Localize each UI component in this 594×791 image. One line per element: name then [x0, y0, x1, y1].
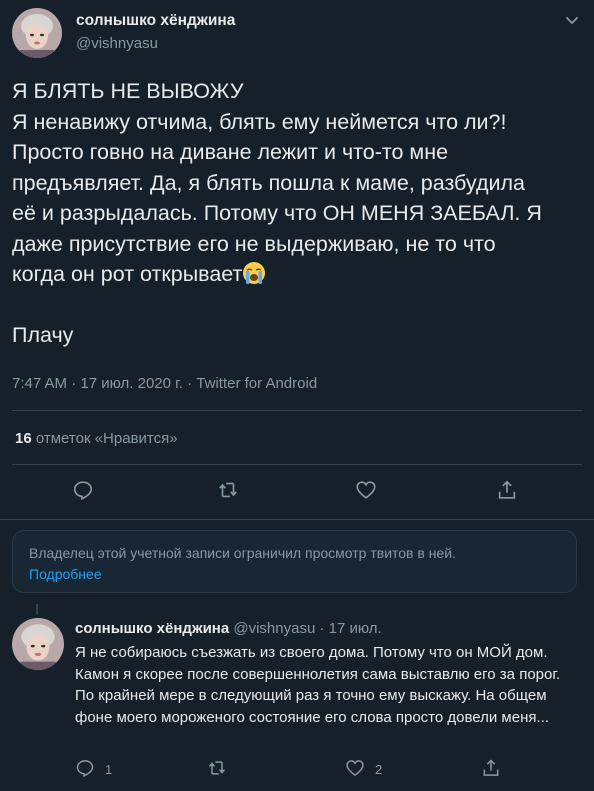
avatar[interactable] [12, 8, 62, 58]
user-handle[interactable]: @vishnyasu [233, 620, 315, 637]
heart-icon[interactable] [355, 479, 377, 501]
heart-icon[interactable] [345, 758, 365, 778]
notice-text: Владелец этой учетной записи ограничил п… [29, 545, 456, 561]
divider [12, 464, 582, 465]
like-count: 2 [375, 762, 383, 777]
share-icon[interactable] [496, 479, 518, 501]
tweet-body: Я БЛЯТЬ НЕ ВЫВОЖУ Я ненавижу отчима, бля… [12, 79, 542, 286]
tweet-timestamp[interactable]: 7:47 AM · 17 июл. 2020 г. · Twitter for … [12, 375, 317, 392]
reply-count: 1 [105, 762, 113, 777]
display-name[interactable]: солнышко хёнджина [75, 620, 229, 637]
tweet-text: Я БЛЯТЬ НЕ ВЫВОЖУ Я ненавижу отчима, бля… [12, 76, 592, 351]
tweet-date[interactable]: 17 июл. [329, 620, 382, 637]
section-divider [0, 519, 594, 520]
reply-icon[interactable] [72, 479, 94, 501]
separator-dot: · [319, 620, 325, 637]
chevron-down-icon[interactable] [564, 12, 580, 28]
likes-label: отметок «Нравится» [35, 430, 178, 447]
tweet-body-last: Плачу [12, 323, 74, 347]
likes-summary[interactable]: 16 отметок «Нравится» [15, 430, 178, 447]
crying-face-emoji [242, 261, 266, 285]
share-icon[interactable] [481, 758, 501, 778]
reply-icon[interactable] [75, 758, 95, 778]
divider [12, 410, 582, 411]
retweet-icon[interactable] [207, 758, 227, 778]
thread-connector [36, 604, 38, 614]
likes-count: 16 [15, 430, 32, 447]
display-name[interactable]: солнышко хёнджина [76, 12, 235, 30]
reply-tweet-text: Я не собираюсь съезжать из своего дома. … [75, 644, 561, 726]
restricted-notice: Владелец этой учетной записи ограничил п… [12, 530, 577, 593]
avatar[interactable] [12, 618, 64, 670]
learn-more-link[interactable]: Подробнее [29, 566, 102, 582]
retweet-icon[interactable] [217, 479, 239, 501]
reply-header: солнышко хёнджина @vishnyasu · 17 июл. [75, 620, 382, 637]
user-handle[interactable]: @vishnyasu [76, 35, 158, 52]
